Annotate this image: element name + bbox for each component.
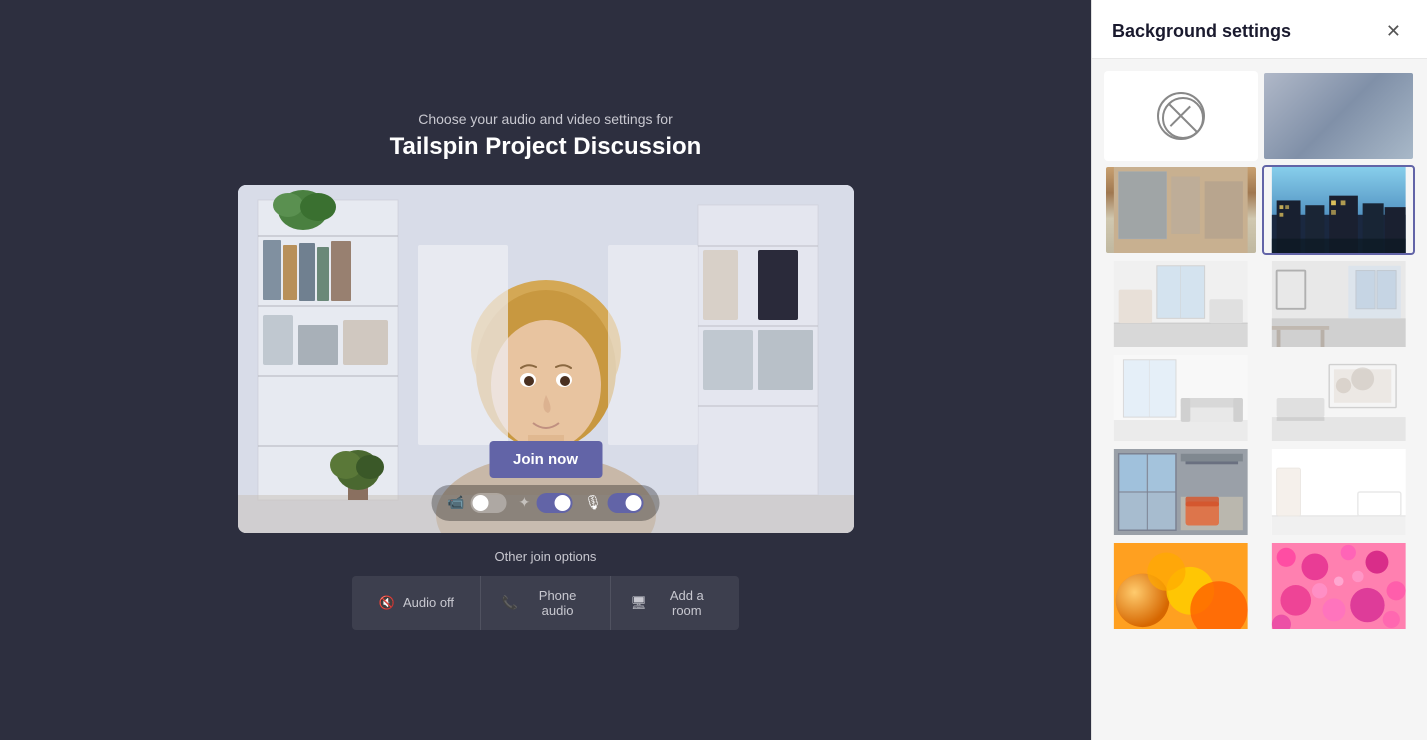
add-room-icon: 🖥 xyxy=(631,595,648,611)
bg-none-content xyxy=(1106,73,1256,159)
mic-toggle[interactable] xyxy=(608,493,644,513)
bg-option-white3[interactable] xyxy=(1262,447,1416,537)
bg-pink-content xyxy=(1264,543,1414,629)
bg-city-content xyxy=(1264,167,1414,253)
mic-icon: 🎙 xyxy=(584,494,602,511)
blur-toggle[interactable] xyxy=(536,493,572,513)
meeting-subtitle: Choose your audio and video settings for xyxy=(390,111,702,127)
bg-white2-content xyxy=(1264,355,1414,441)
no-background-icon xyxy=(1157,92,1205,140)
city-svg xyxy=(1264,167,1414,253)
phone-audio-icon: 📞 xyxy=(501,595,517,611)
audio-off-icon: 🔇 xyxy=(379,595,395,611)
bg-modern2-content xyxy=(1264,261,1414,347)
pink-svg xyxy=(1264,543,1414,629)
bg-balls-content xyxy=(1106,543,1256,629)
audio-off-button[interactable]: 🔇 Audio off xyxy=(352,576,481,630)
panel-header: Background settings ✕ xyxy=(1092,0,1427,59)
bg-blur-content xyxy=(1264,73,1414,159)
other-join-section: Other join options 🔇 Audio off 📞 Phone a… xyxy=(352,549,738,630)
main-area: Choose your audio and video settings for… xyxy=(0,0,1091,740)
meeting-title-area: Choose your audio and video settings for… xyxy=(390,111,702,161)
office-svg xyxy=(1106,167,1256,253)
video-toggle-knob xyxy=(472,495,488,511)
panel-title: Background settings xyxy=(1112,21,1291,42)
bg-option-modern2[interactable] xyxy=(1262,259,1416,349)
video-toggle[interactable] xyxy=(470,493,506,513)
room-svg xyxy=(238,185,854,533)
white3-svg xyxy=(1264,449,1414,535)
balls-svg xyxy=(1106,543,1256,629)
blur-control: ✦ xyxy=(518,493,572,513)
bg-option-none[interactable] xyxy=(1104,71,1258,161)
bg-option-white1[interactable] xyxy=(1104,353,1258,443)
background-grid xyxy=(1092,59,1427,643)
bg-option-balls[interactable] xyxy=(1104,541,1258,631)
bg-loft-content xyxy=(1106,449,1256,535)
add-room-button[interactable]: 🖥 Add a room xyxy=(611,576,739,630)
other-join-label: Other join options xyxy=(352,549,738,564)
blur-toggle-knob xyxy=(554,495,570,511)
bg-option-modern1[interactable] xyxy=(1104,259,1258,349)
video-control: 📹 xyxy=(447,493,506,513)
add-room-label: Add a room xyxy=(655,588,719,618)
phone-audio-label: Phone audio xyxy=(526,588,590,618)
phone-audio-button[interactable]: 📞 Phone audio xyxy=(481,576,610,630)
join-now-button[interactable]: Join now xyxy=(489,441,602,478)
bg-modern1-content xyxy=(1106,261,1256,347)
mic-control: 🎙 xyxy=(584,493,644,513)
meeting-title: Tailspin Project Discussion xyxy=(390,133,702,161)
modern2-svg xyxy=(1264,261,1414,347)
bg-option-pink[interactable] xyxy=(1262,541,1416,631)
room-background xyxy=(238,185,854,533)
controls-bar: 📹 ✦ 🎙 xyxy=(431,485,660,521)
video-preview: Join now 📹 ✦ 🎙 xyxy=(238,185,854,533)
bg-option-blur[interactable] xyxy=(1262,71,1416,161)
bg-option-loft[interactable] xyxy=(1104,447,1258,537)
audio-off-label: Audio off xyxy=(403,595,454,610)
background-settings-panel: Background settings ✕ xyxy=(1091,0,1427,740)
bg-option-white2[interactable] xyxy=(1262,353,1416,443)
bg-white1-content xyxy=(1106,355,1256,441)
white1-svg xyxy=(1106,355,1256,441)
bg-white3-content xyxy=(1264,449,1414,535)
mic-toggle-knob xyxy=(626,495,642,511)
video-icon: 📹 xyxy=(447,494,464,511)
bg-office-content xyxy=(1106,167,1256,253)
white2-svg xyxy=(1264,355,1414,441)
none-icon-svg xyxy=(1159,94,1207,142)
bg-option-office[interactable] xyxy=(1104,165,1258,255)
close-panel-button[interactable]: ✕ xyxy=(1380,20,1407,42)
loft-svg xyxy=(1106,449,1256,535)
modern1-svg xyxy=(1106,261,1256,347)
blur-icon: ✦ xyxy=(518,494,530,511)
join-options-row: 🔇 Audio off 📞 Phone audio 🖥 Add a room xyxy=(352,576,738,630)
bg-option-city[interactable] xyxy=(1262,165,1416,255)
